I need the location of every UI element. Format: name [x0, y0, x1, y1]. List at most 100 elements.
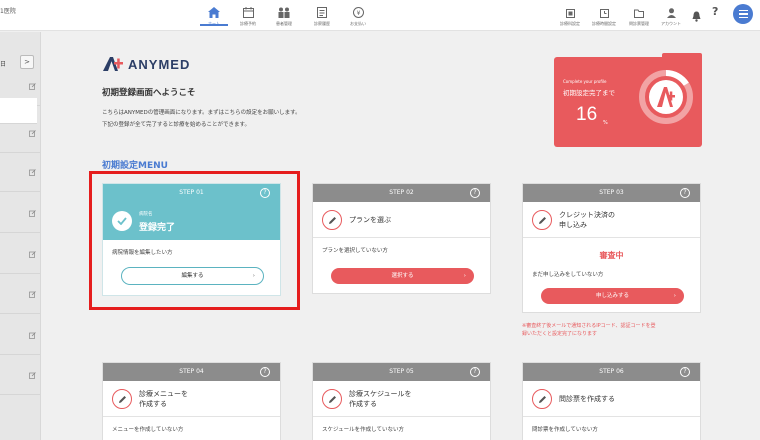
intro-text-line2: 下記の登録が全て完了すると診療を始めることができます。: [102, 122, 250, 128]
chevron-right-icon: ›: [673, 293, 676, 299]
pencil-icon: [322, 389, 342, 409]
step-title-line1: 診療スケジュールを: [349, 390, 412, 398]
patients-icon: [278, 6, 290, 18]
nav-patients-label: 患者管理: [276, 21, 292, 26]
help-icon[interactable]: ?: [260, 367, 270, 377]
nav-patients[interactable]: 患者管理: [268, 0, 300, 27]
step-title-row: 診療スケジュールを 作成する: [313, 381, 490, 417]
account-icon: [666, 8, 676, 18]
sidebar-row[interactable]: [0, 127, 40, 153]
clock-icon: [599, 8, 609, 18]
step-number: STEP 06: [599, 368, 624, 375]
step-description: 問診票を作成していない方: [532, 427, 598, 433]
payment-icon: ¥: [352, 6, 364, 18]
help-icon[interactable]: ?: [470, 188, 480, 198]
nav-department-settings[interactable]: 診療科設定: [553, 0, 587, 27]
step-title-row: プランを選ぶ: [313, 202, 490, 238]
department-icon: [565, 8, 575, 18]
home-icon: [208, 6, 220, 18]
nav-reservations-label: 診療予約: [240, 21, 256, 26]
step-description: プランを選択していない方: [322, 248, 388, 254]
sidebar-row[interactable]: [0, 166, 40, 192]
step-title-line1: クレジット決済の: [559, 211, 615, 219]
step-card-header: STEP 06 ?: [523, 363, 700, 381]
review-status: 審査中: [599, 251, 624, 260]
logo-text: ANYMED: [128, 56, 191, 72]
apply-button-label: 申し込みする: [595, 293, 629, 299]
nav-questionnaire[interactable]: 問診票管理: [622, 0, 656, 27]
step-title-line2: 作成する: [349, 400, 377, 408]
step-title-row: 問診票を作成する: [523, 381, 700, 417]
bell-icon[interactable]: [692, 7, 701, 26]
svg-text:¥: ¥: [356, 10, 360, 17]
sidebar-row[interactable]: [0, 369, 40, 395]
nav-reservations[interactable]: 診療予約: [232, 0, 264, 27]
step-card-5: STEP 05 ? 診療スケジュールを 作成する スケジュールを作成していない方: [312, 362, 491, 440]
highlight-frame: [89, 171, 300, 310]
step-number: STEP 02: [389, 189, 414, 196]
welcome-heading: 初期登録画面へようこそ: [102, 88, 196, 98]
nav-account[interactable]: アカウント: [654, 0, 688, 27]
step-title-row: 診療メニューを 作成する: [103, 381, 280, 417]
menu-line: [738, 16, 748, 18]
nav-hours-settings-label: 診療時間設定: [592, 21, 616, 26]
sidebar-row[interactable]: [0, 248, 40, 274]
step-card-4: STEP 04 ? 診療メニューを 作成する メニューを作成していない方: [102, 362, 281, 440]
progress-ring: [639, 70, 693, 124]
step-card-header: STEP 05 ?: [313, 363, 490, 381]
edit-icon[interactable]: [29, 291, 36, 298]
review-note-line1: ※審査終了後メールで通知されるIPコード、認証コードを登: [522, 323, 656, 329]
step-description: スケジュールを作成していない方: [322, 427, 404, 433]
step-title-line2: 申し込み: [559, 221, 587, 229]
nav-history-label: 診察履歴: [314, 21, 330, 26]
history-icon: [317, 6, 327, 18]
step-card-6: STEP 06 ? 問診票を作成する 問診票を作成していない方: [522, 362, 701, 440]
step-card-2: STEP 02 ? プランを選ぶ プランを選択していない方 選択する ›: [312, 183, 491, 294]
progress-caption: Complete your profile: [563, 79, 607, 84]
edit-icon[interactable]: [29, 210, 36, 217]
review-note: ※審査終了後メールで通知されるIPコード、認証コードを登 録いただくと設定完了に…: [522, 322, 655, 338]
progress-value: 16: [576, 104, 598, 125]
edit-icon[interactable]: [29, 130, 36, 137]
chevron-right-icon: ›: [463, 273, 466, 279]
help-icon[interactable]: ?: [470, 367, 480, 377]
nav-payment-label: お支払い: [350, 21, 366, 26]
intro-text-line1: こちらはANYMEDの管理画面になります。まずはこちらの設定をお願いします。: [102, 110, 301, 116]
anymed-logo: ANYMED: [102, 56, 190, 72]
step-number: STEP 03: [599, 189, 624, 196]
step-title: 診療メニューを 作成する: [139, 389, 188, 409]
sidebar-row[interactable]: [0, 288, 40, 314]
nav-hours-settings[interactable]: 診療時間設定: [587, 0, 621, 27]
review-note-line2: 録いただくと設定完了になります: [522, 331, 598, 337]
edit-icon[interactable]: [29, 83, 36, 90]
nav-history[interactable]: 診察履歴: [306, 0, 338, 27]
sidebar-next-button[interactable]: >: [20, 55, 34, 69]
edit-icon[interactable]: [29, 251, 36, 258]
edit-icon[interactable]: [29, 332, 36, 339]
step-title: 問診票を作成する: [559, 395, 615, 403]
pencil-icon: [112, 389, 132, 409]
help-icon[interactable]: ?: [680, 367, 690, 377]
edit-icon[interactable]: [29, 169, 36, 176]
step-card-header: STEP 04 ?: [103, 363, 280, 381]
step-title: クレジット決済の 申し込み: [559, 210, 615, 230]
help-icon[interactable]: ?: [712, 5, 718, 18]
sidebar-row[interactable]: [0, 207, 40, 233]
nav-payment[interactable]: ¥ お支払い: [342, 0, 374, 27]
nav-department-settings-label: 診療科設定: [560, 21, 580, 26]
step-title: プランを選ぶ: [349, 216, 391, 224]
nav-home[interactable]: ホーム: [198, 0, 230, 27]
calendar-icon: [242, 6, 254, 18]
step-title-line2: 作成する: [139, 400, 167, 408]
apply-button[interactable]: 申し込みする ›: [541, 288, 684, 304]
select-plan-button[interactable]: 選択する ›: [331, 268, 474, 284]
menu-line: [738, 13, 748, 15]
sidebar-row[interactable]: [0, 329, 40, 355]
help-icon[interactable]: ?: [680, 188, 690, 198]
progress-unit: %: [603, 120, 608, 126]
edit-icon[interactable]: [29, 372, 36, 379]
hamburger-menu-button[interactable]: [733, 4, 753, 24]
step-card-header: STEP 02 ?: [313, 184, 490, 202]
step-card-3: STEP 03 ? クレジット決済の 申し込み 審査中 まだ申し込みをしていない…: [522, 183, 701, 313]
sidebar-row-selected[interactable]: [0, 98, 37, 124]
